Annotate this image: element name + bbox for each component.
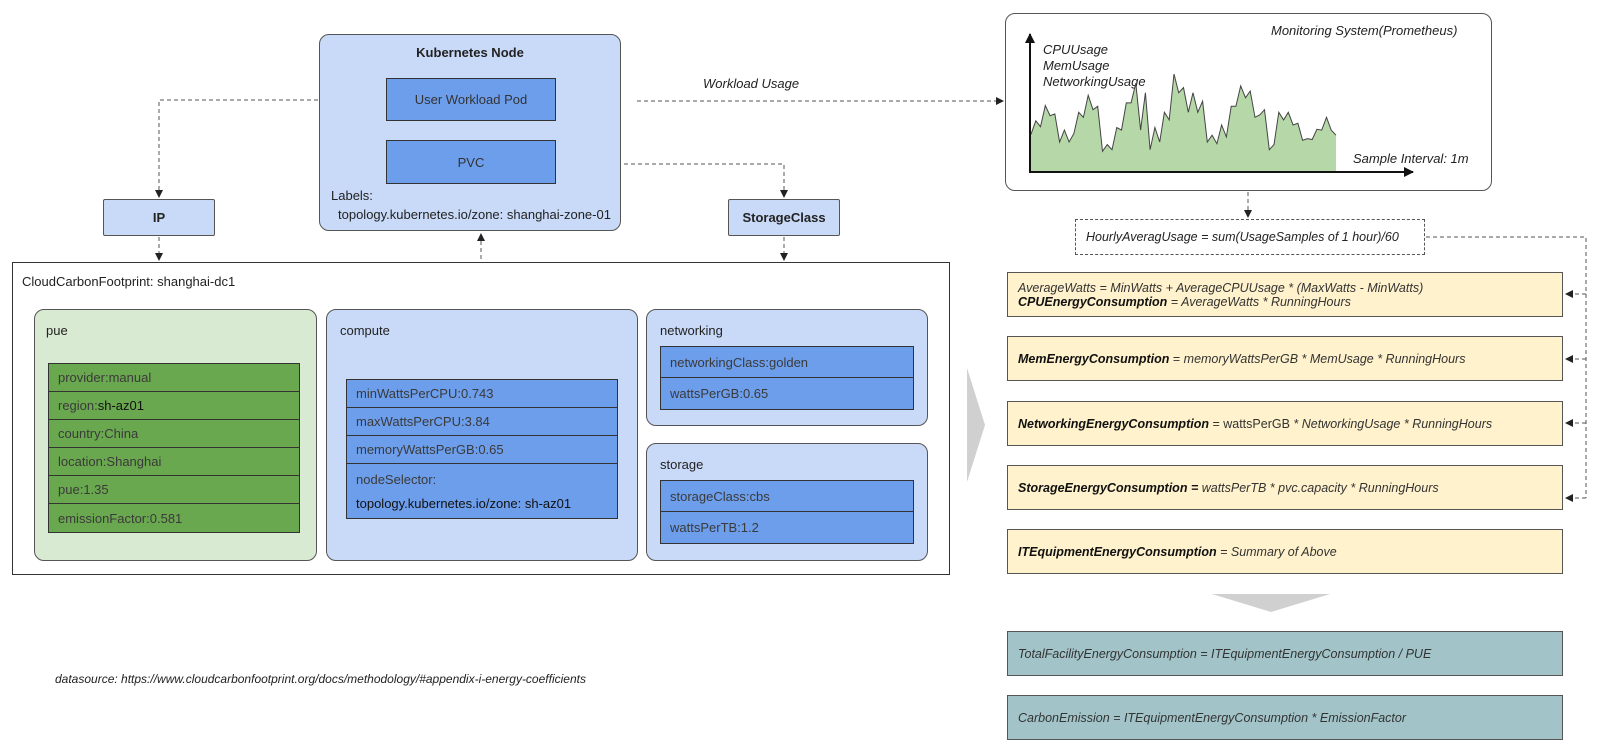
average-watts-formula: AverageWatts = MinWatts + AverageCPUUsag… — [1018, 280, 1424, 295]
it-equipment-energy-name: ITEquipmentEnergyConsumption — [1018, 544, 1217, 559]
networking-row-class: networkingClass: golden — [661, 347, 913, 378]
labels-value: topology.kubernetes.io/zone: shanghai-zo… — [338, 207, 611, 222]
pue-row-pue: pue: 1.35 — [49, 476, 299, 504]
pue-row-location: location: Shanghai — [49, 448, 299, 476]
storage-row-class: storageClass: cbs — [661, 481, 913, 512]
storageclass-box[interactable]: StorageClass — [728, 199, 840, 236]
kubernetes-node[interactable]: Kubernetes Node User Workload Pod PVC La… — [319, 34, 621, 231]
compute-panel-title: compute — [340, 323, 390, 338]
mem-energy-name: MemEnergyConsumption — [1018, 351, 1170, 366]
compute-panel[interactable]: compute minWattsPerCPU: 0.743 maxWattsPe… — [326, 309, 638, 561]
pue-row-region: region: sh-az01 — [49, 392, 299, 420]
labels-title: Labels: — [331, 188, 373, 203]
it-equipment-energy-formula[interactable]: ITEquipmentEnergyConsumption = Summary o… — [1007, 529, 1563, 574]
networking-energy-name: NetworkingEnergyConsumption — [1018, 416, 1209, 431]
total-facility-energy-formula[interactable]: TotalFacilityEnergyConsumption = ITEquip… — [1007, 631, 1563, 676]
workload-usage-label: Workload Usage — [703, 76, 800, 91]
cpu-energy-name: CPUEnergyConsumption — [1018, 294, 1168, 309]
storage-table: storageClass: cbs wattsPerTB: 1.2 — [660, 480, 914, 544]
storage-panel[interactable]: storage storageClass: cbs wattsPerTB: 1.… — [646, 443, 928, 561]
networking-row-watts: wattsPerGB: 0.65 — [670, 386, 769, 401]
compute-row-max-watts: maxWattsPerCPU: 3.84 — [347, 408, 617, 436]
kubernetes-node-title: Kubernetes Node — [416, 45, 524, 60]
storage-panel-title: storage — [660, 457, 704, 472]
datasource-note: datasource: https://www.cloudcarbonfootp… — [55, 672, 586, 686]
pue-row-provider: provider: manual — [49, 364, 299, 392]
compute-row-min-watts: minWattsPerCPU: 0.743 — [347, 380, 617, 408]
user-workload-pod[interactable]: User Workload Pod — [386, 78, 556, 121]
cpu-energy-formula[interactable]: AverageWatts = MinWatts + AverageCPUUsag… — [1007, 272, 1563, 317]
networking-energy-formula[interactable]: NetworkingEnergyConsumption = wattsPerGB… — [1007, 401, 1563, 446]
networking-table: networkingClass: golden wattsPerGB: 0.65 — [660, 346, 914, 410]
chevron-right-icon — [967, 368, 985, 482]
ccf-title: CloudCarbonFootprint: shanghai-dc1 — [22, 274, 236, 289]
storage-energy-formula[interactable]: StorageEnergyConsumption = wattsPerTB * … — [1007, 465, 1563, 510]
hourly-average-usage[interactable]: HourlyAveragUsage = sum(UsageSamples of … — [1075, 219, 1425, 255]
chevron-down-icon — [1212, 594, 1330, 612]
storage-row-watts: wattsPerTB: 1.2 — [670, 520, 759, 535]
compute-row-memory-watts: memoryWattsPerGB: 0.65 — [347, 436, 617, 464]
usage-sparkline-chart — [1025, 33, 1414, 177]
pue-panel-title: pue — [46, 323, 68, 338]
pue-table: provider: manual region: sh-az01 country… — [48, 363, 300, 533]
networking-panel[interactable]: networking networkingClass: golden watts… — [646, 309, 928, 426]
pue-panel[interactable]: pue provider: manual region: sh-az01 cou… — [34, 309, 317, 561]
mem-energy-formula[interactable]: MemEnergyConsumption = memoryWattsPerGB … — [1007, 336, 1563, 381]
compute-row-node-selector: nodeSelector: topology.kubernetes.io/zon… — [356, 471, 572, 511]
pue-row-emission-factor: emissionFactor: 0.581 — [58, 510, 183, 526]
monitoring-system[interactable]: Monitoring System(Prometheus) CPUUsage M… — [1005, 13, 1492, 191]
carbon-emission-formula[interactable]: CarbonEmission = ITEquipmentEnergyConsum… — [1007, 695, 1563, 740]
pvc[interactable]: PVC — [386, 140, 556, 184]
compute-table: minWattsPerCPU: 0.743 maxWattsPerCPU: 3.… — [346, 379, 618, 519]
networking-panel-title: networking — [660, 323, 723, 338]
ip-box[interactable]: IP — [103, 199, 215, 236]
storage-energy-name: StorageEnergyConsumption — [1018, 480, 1188, 495]
pue-row-country: country: China — [49, 420, 299, 448]
